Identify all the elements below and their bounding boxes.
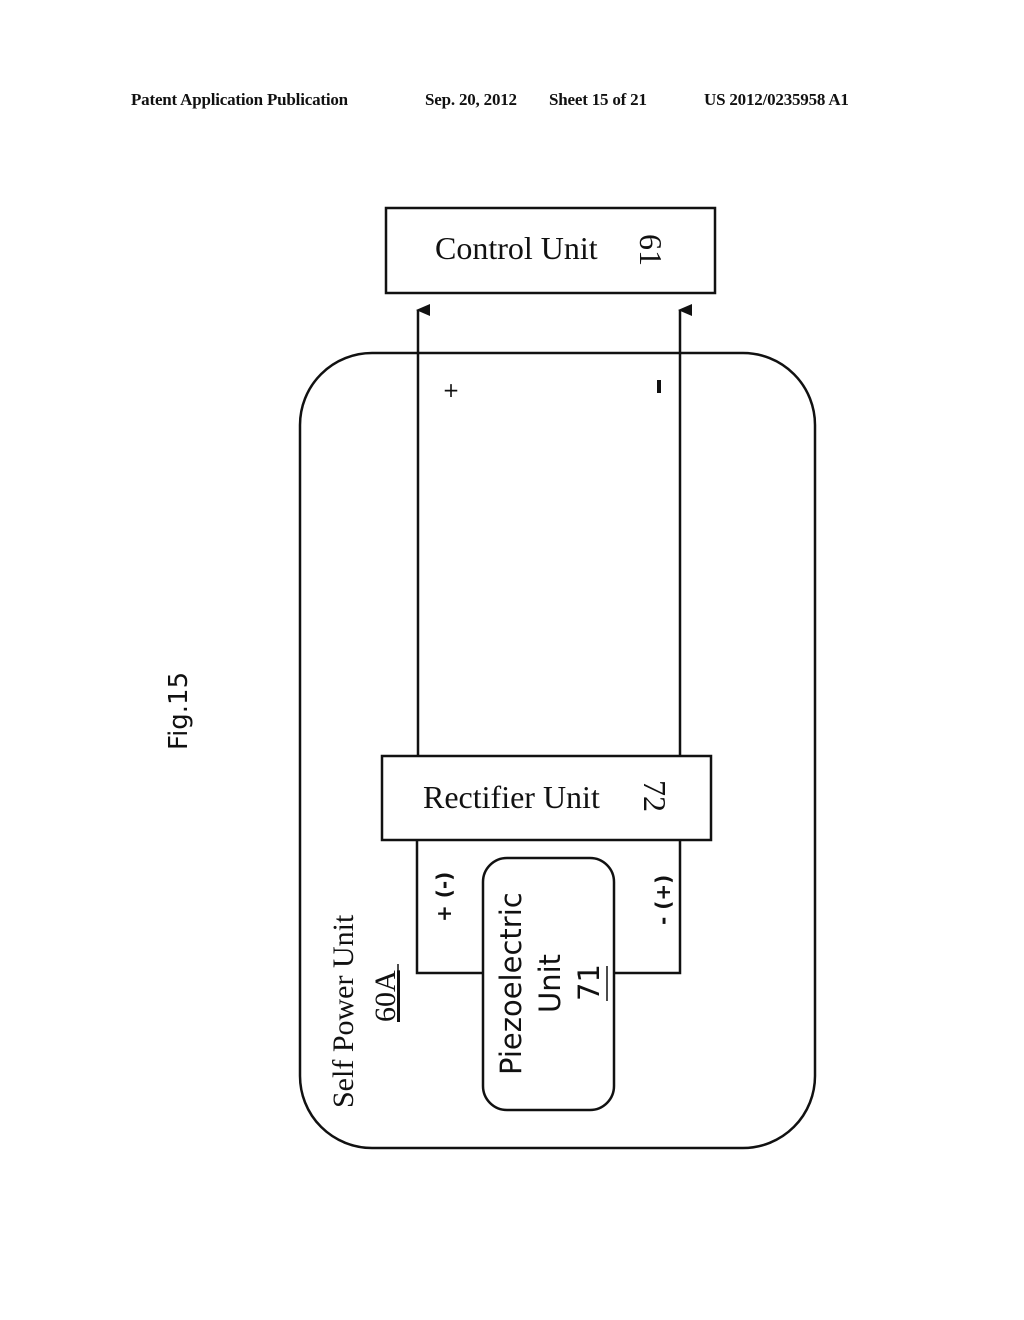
rectifier-unit-label: Rectifier Unit xyxy=(423,779,600,815)
piezoelectric-unit-label-line2: Unit xyxy=(533,954,567,1013)
figure-label: Fig.15 xyxy=(164,672,194,750)
self-power-unit-ref: 60A xyxy=(369,970,402,1022)
output-negative-sign xyxy=(657,380,661,393)
output-positive-sign: + xyxy=(443,378,460,402)
piezoelectric-unit-ref: 71 xyxy=(572,964,606,1001)
rectifier-unit-block: Rectifier Unit 72 xyxy=(380,754,713,842)
piezoelectric-unit-label-line1: Piezoelectric xyxy=(494,892,528,1075)
block-diagram: Fig.15 Control Unit 61 Self Power Unit 6… xyxy=(164,206,817,1150)
input-right-polarity: - (+) xyxy=(651,875,675,925)
control-unit-label: Control Unit xyxy=(435,230,598,266)
input-left-polarity: + (-) xyxy=(432,872,456,922)
rectifier-unit-ref: 72 xyxy=(637,780,673,812)
control-unit-ref: 61 xyxy=(633,234,669,266)
self-power-unit-label: Self Power Unit xyxy=(327,914,360,1108)
piezoelectric-unit-block: Piezoelectric Unit 71 xyxy=(481,856,616,1112)
control-unit-block: Control Unit 61 xyxy=(384,206,717,295)
